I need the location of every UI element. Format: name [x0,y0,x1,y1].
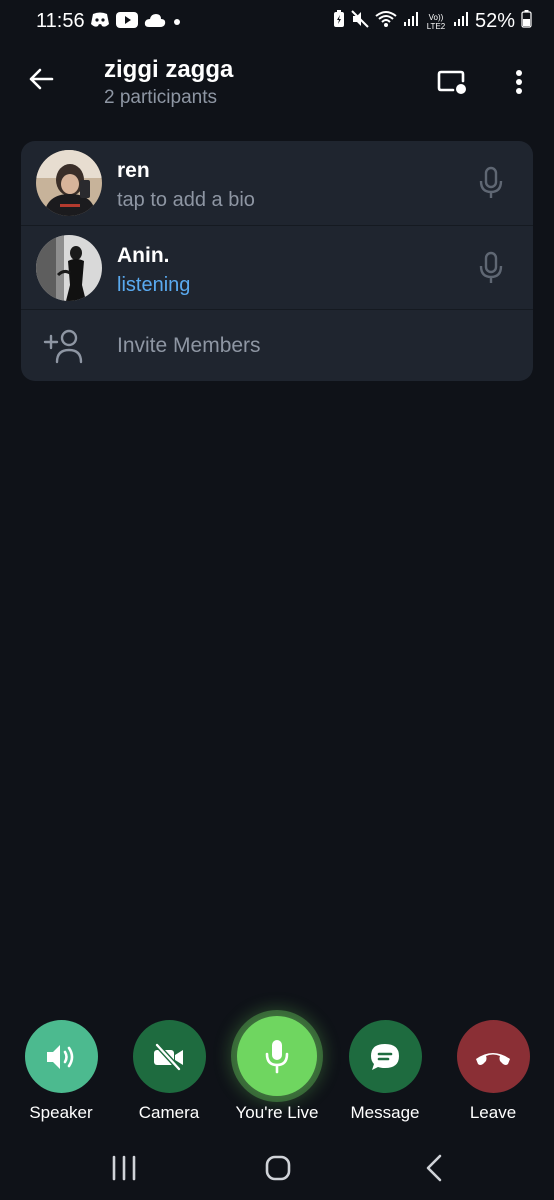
microphone-icon [479,166,503,198]
screen-share-button[interactable] [432,62,472,102]
camera-circle[interactable] [132,1020,206,1093]
status-bar: 11:56 Vo)) LTE2 52% [0,0,554,44]
nav-back-icon[interactable] [420,1152,448,1184]
microphone-icon [479,251,503,283]
home-icon[interactable] [262,1152,294,1184]
more-vertical-icon [516,70,522,94]
youtube-icon [116,12,138,33]
call-controls: Speaker Camera You're Live Message Leave [0,1012,554,1132]
back-button[interactable] [22,60,60,98]
participants-list: ren tap to add a bio Anin. listening Inv… [21,141,533,381]
mute-toggle-button[interactable]: You're Live [222,1016,332,1123]
speaker-circle[interactable] [24,1020,98,1093]
cloud-icon [144,13,166,32]
recents-icon[interactable] [108,1154,140,1182]
message-button[interactable]: Message [330,1020,440,1123]
avatar [36,150,102,216]
speaker-icon [47,1044,74,1069]
mute-icon [351,10,369,33]
message-circle[interactable] [348,1020,422,1093]
participant-name: ren [117,159,150,182]
arrow-left-icon [29,68,54,90]
participant-row[interactable]: ren tap to add a bio [21,141,533,225]
live-mic-circle[interactable] [237,1016,317,1096]
add-user-icon [43,329,83,364]
leave-circle[interactable] [456,1020,530,1093]
battery-percent: 52% [474,10,515,32]
more-options-button[interactable] [504,62,534,102]
hang-up-icon [476,1052,510,1065]
message-label: Message [350,1103,420,1122]
invite-members-button[interactable]: Invite Members [21,309,533,381]
status-time: 11:56 [36,10,85,32]
battery-icon [521,10,532,33]
chat-title: ziggi zagga [104,56,234,83]
camera-button[interactable]: Camera [114,1020,224,1123]
status-right-icons: Vo)) LTE2 52% [333,10,532,33]
status-left-icons [90,12,182,33]
live-label: You're Live [235,1103,319,1122]
volte-icon: Vo)) LTE2 [426,12,446,31]
discord-icon [90,12,110,33]
leave-label: Leave [469,1103,517,1122]
chat-bubble-icon [371,1043,399,1070]
dot-icon [172,14,182,32]
participant-count: 2 participants [104,87,218,108]
participant-name: Anin. [117,244,170,267]
screen-share-icon [437,70,466,94]
participant-mic-button[interactable] [473,248,509,288]
speaker-label: Speaker [29,1103,93,1122]
invite-members-label: Invite Members [117,334,261,357]
participant-bio: tap to add a bio [117,189,255,211]
avatar [36,235,102,301]
call-header: ziggi zagga 2 participants [0,44,554,130]
camera-off-icon [154,1042,183,1071]
leave-button[interactable]: Leave [438,1020,548,1123]
participant-mic-button[interactable] [473,163,509,203]
system-nav-bar [0,1140,554,1200]
participant-status: listening [117,274,191,296]
signal-icon [403,11,419,32]
wifi-icon [375,10,397,33]
participant-row[interactable]: Anin. listening [21,225,533,310]
battery-saver-icon [333,10,345,33]
microphone-icon [265,1040,289,1074]
speaker-button[interactable]: Speaker [6,1020,116,1123]
camera-label: Camera [138,1103,200,1122]
signal-icon [453,11,469,32]
